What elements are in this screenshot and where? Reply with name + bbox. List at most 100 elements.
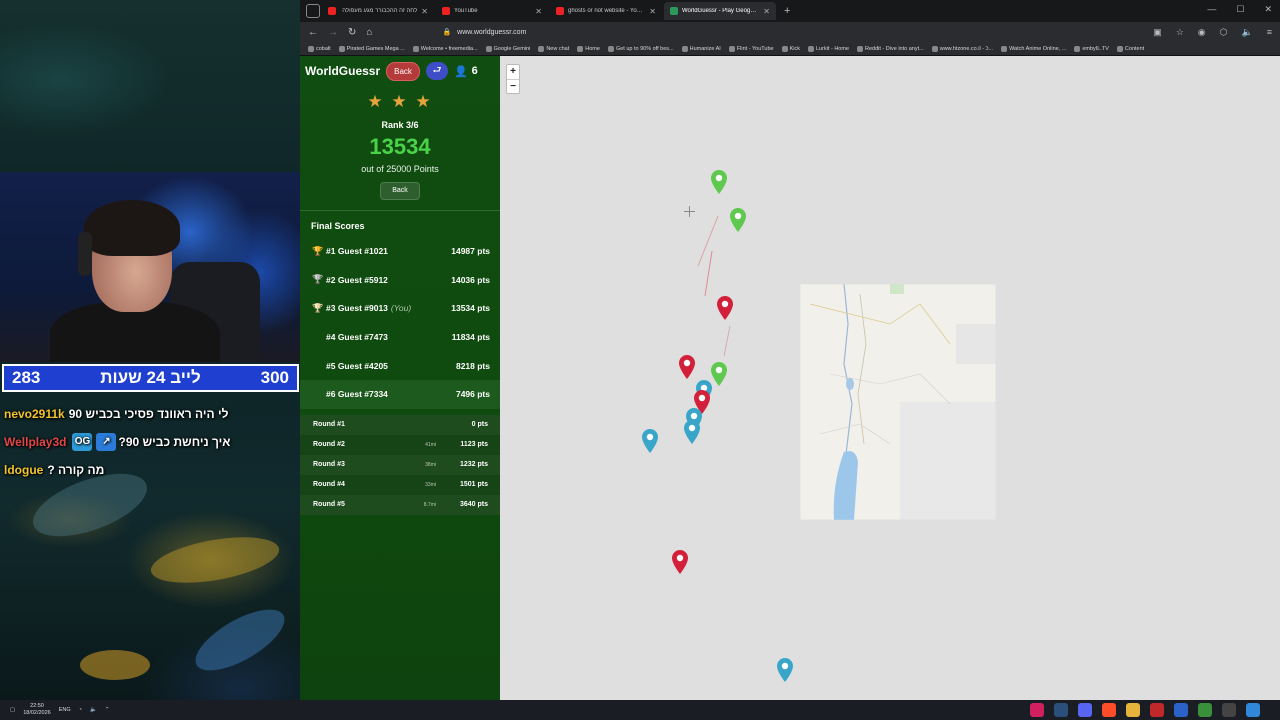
app-icon[interactable]	[1222, 703, 1236, 717]
answer-location-pin-icon[interactable]	[730, 208, 746, 232]
score-row-self[interactable]: 🏆 #3 Guest #9013 (You) 13534 pts	[300, 294, 500, 323]
close-tab-icon[interactable]: ✕	[421, 7, 428, 16]
notification-icon[interactable]: ▢	[10, 707, 15, 713]
bookmark-star-icon[interactable]: ☆	[1176, 27, 1184, 38]
browser-tab[interactable]: ghosts or not website - YouTube ✕	[550, 2, 662, 20]
browser-tab[interactable]: YouTube ✕	[436, 2, 548, 20]
bookmark-item[interactable]: New chat	[538, 45, 569, 52]
bookmark-item[interactable]: Flint - YouTube	[728, 45, 774, 52]
os-taskbar: ▢ 22:50 18/02/2026 ENG ◔ 🔈 ⌃	[0, 700, 1280, 720]
round-row[interactable]: Round #5 8.7mi 3640 pts	[300, 494, 500, 515]
bookmark-item[interactable]: www.htzone.co.il - כ...	[931, 45, 993, 52]
aquarium-fish	[80, 650, 150, 680]
aquarium-fish	[186, 597, 294, 683]
back-button-secondary[interactable]: Back	[380, 182, 420, 200]
back-button[interactable]: Back	[386, 61, 420, 81]
stream-overlay: 283 לייב 24 שעות 300 nevo2911k לי היה רא…	[0, 0, 300, 720]
close-tab-icon[interactable]: ✕	[535, 7, 542, 16]
close-tab-icon[interactable]: ✕	[763, 7, 770, 16]
lock-icon: 🔒	[442, 29, 452, 36]
guess-pin-icon[interactable]	[717, 296, 733, 320]
bookmark-item[interactable]: Home	[577, 45, 600, 52]
other-player-pin-icon[interactable]	[777, 658, 793, 682]
minimize-icon[interactable]: —	[1207, 4, 1216, 15]
chat-username: ldogue	[4, 463, 44, 477]
volume-icon[interactable]: 🔈	[90, 707, 97, 713]
final-scores-list: 🏆 #1 Guest #1021 14987 pts 🏆 #2 Guest #5…	[300, 237, 500, 409]
discord-icon[interactable]	[1078, 703, 1092, 717]
home-icon[interactable]: ⌂	[366, 27, 372, 38]
brand-logo[interactable]: WorldGuessr	[305, 64, 380, 78]
new-tab-button[interactable]: +	[778, 5, 790, 17]
chat-emote-icon: OG	[72, 433, 93, 451]
round-row[interactable]: Round #2 41mi 1123 pts	[300, 435, 500, 455]
app-icon[interactable]	[1150, 703, 1164, 717]
app-icon[interactable]	[1030, 703, 1044, 717]
forward-arrow-icon[interactable]: →	[328, 27, 338, 38]
maximize-icon[interactable]: ☐	[1236, 4, 1244, 15]
webcam-feed	[0, 172, 300, 362]
rank-text: Rank 3/6	[381, 120, 419, 130]
bookmark-item[interactable]: Kick	[781, 45, 800, 52]
round-row[interactable]: Round #4 33mi 1501 pts	[300, 475, 500, 495]
results-map[interactable]: + −	[500, 56, 1280, 700]
chat-text: איך ניחשת כביש 90?	[118, 435, 231, 449]
final-scores-title: Final Scores	[311, 221, 365, 231]
clock[interactable]: 22:50 18/02/2026	[23, 703, 51, 717]
bookmark-item[interactable]: Welcome • freemedia...	[412, 45, 478, 52]
guess-pin-icon[interactable]	[672, 550, 688, 574]
stream-chat: nevo2911k לי היה ראוונד פסיכי בכביש 90 W…	[4, 400, 300, 484]
chat-message: ldogue מה קורה ?	[4, 456, 300, 484]
address-bar[interactable]: 🔒 www.worldguessr.com	[382, 24, 1143, 40]
aquarium-fish	[147, 529, 283, 591]
speaker-icon[interactable]: 🔈	[1242, 27, 1253, 38]
app-icon[interactable]	[1198, 703, 1212, 717]
tab-menu-icon[interactable]	[306, 4, 320, 18]
menu-icon[interactable]: ≡	[1267, 27, 1272, 38]
bookmark-item[interactable]: Watch Anime Online, ...	[1001, 45, 1066, 52]
folder-icon[interactable]	[1126, 703, 1140, 717]
steam-icon[interactable]	[1054, 703, 1068, 717]
answer-location-pin-icon[interactable]	[711, 362, 727, 386]
wifi-icon[interactable]: ◔	[79, 707, 82, 713]
extensions-icon[interactable]: ⬡	[1220, 27, 1228, 38]
trophy-icon: 🏆	[312, 245, 324, 256]
score-row[interactable]: #4 Guest #7473 11834 pts	[300, 323, 500, 352]
bookmark-item[interactable]: Lurkit - Home	[808, 45, 849, 52]
bookmark-item[interactable]: cobalt	[308, 45, 331, 52]
bookmark-item[interactable]: Google Gemini	[485, 45, 530, 52]
screenshot-icon[interactable]: ▣	[1153, 27, 1162, 38]
app-icon[interactable]	[1174, 703, 1188, 717]
chevron-up-icon[interactable]: ⌃	[105, 707, 110, 713]
browser-icon[interactable]	[1102, 703, 1116, 717]
guess-pin-icon[interactable]	[679, 355, 695, 379]
close-window-icon[interactable]: ✕	[1264, 4, 1272, 15]
score-row[interactable]: 🏆 #2 Guest #5912 14036 pts	[300, 266, 500, 295]
share-icon[interactable]: ⮐	[425, 62, 448, 80]
answer-location-pin-icon[interactable]	[711, 170, 727, 194]
language-indicator[interactable]: ENG	[59, 707, 71, 713]
bookmark-item[interactable]: embyIL.TV	[1074, 45, 1109, 52]
bookmark-item[interactable]: Reddit - Dive into anyt...	[857, 45, 924, 52]
star-rating: ★ ★ ★	[367, 92, 433, 111]
score-row[interactable]: #5 Guest #4205 8218 pts	[300, 351, 500, 380]
close-tab-icon[interactable]: ✕	[649, 7, 656, 16]
bookmark-item[interactable]: Humanize AI	[681, 45, 721, 52]
round-row[interactable]: Round #1 0 pts	[300, 414, 500, 435]
bookmark-item[interactable]: Content	[1116, 45, 1144, 52]
score-row[interactable]: 🏆 #1 Guest #1021 14987 pts	[300, 237, 500, 266]
other-player-pin-icon[interactable]	[684, 420, 700, 444]
score-row[interactable]: #6 Guest #7334 7496 pts	[300, 379, 500, 409]
round-row[interactable]: Round #3 38mi 1232 pts	[300, 454, 500, 475]
browser-tab[interactable]: לחה זה ההכבורר מגע מעפולה ✕	[322, 2, 434, 20]
chat-message: nevo2911k לי היה ראוונד פסיכי בכביש 90	[4, 400, 300, 428]
reload-icon[interactable]: ↻	[348, 27, 356, 38]
windows-icon[interactable]	[1246, 703, 1260, 717]
other-player-pin-icon[interactable]	[642, 429, 658, 453]
bookmark-item[interactable]: Get up to 90% off bes...	[607, 45, 674, 52]
points-out-of: out of 25000 Points	[361, 164, 439, 174]
back-arrow-icon[interactable]: ←	[308, 27, 318, 38]
bookmark-item[interactable]: Pirated Games Mega ...	[338, 45, 405, 52]
account-icon[interactable]: ◉	[1198, 27, 1206, 38]
browser-tab-active[interactable]: WorldGuessr - Play Geoguessr Free ✕	[664, 2, 776, 20]
